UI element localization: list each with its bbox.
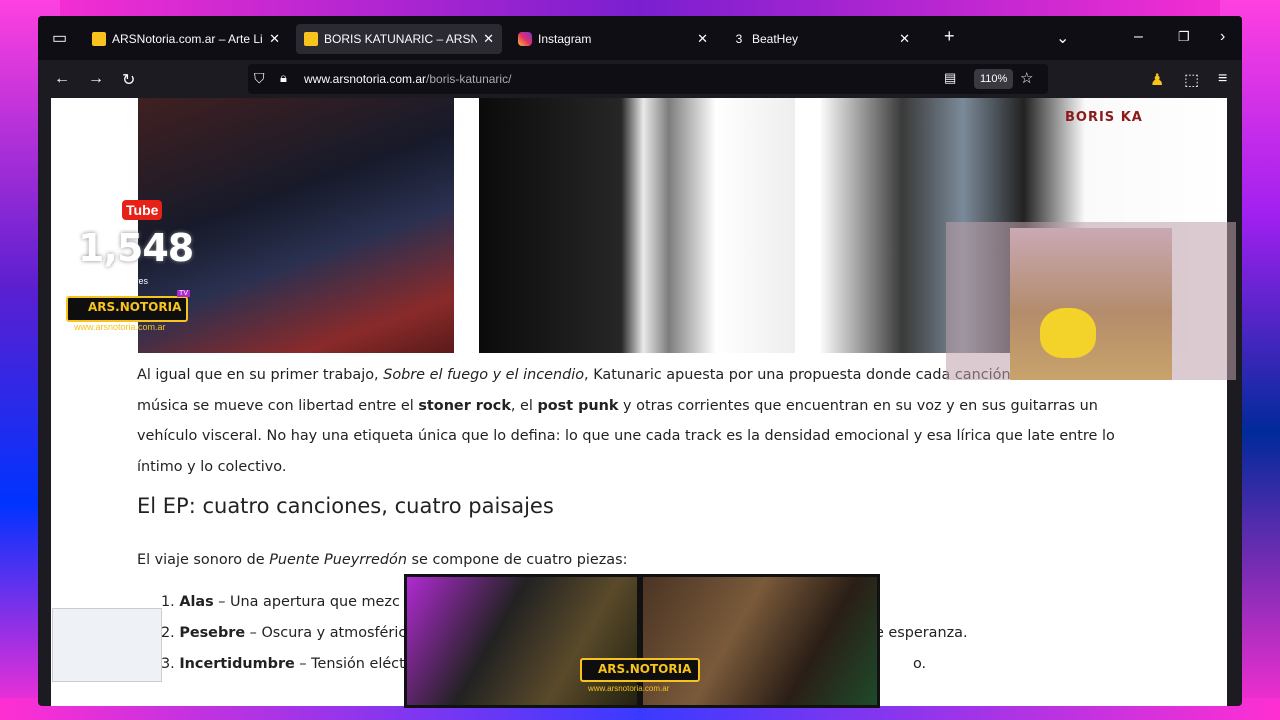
extensions-puzzle-icon[interactable]: ⬚ xyxy=(1184,70,1199,90)
tab-list-chevron-icon[interactable]: ⌄ xyxy=(1056,28,1069,48)
url-domain: www.arsnotoria.com.ar xyxy=(304,72,427,86)
close-icon[interactable]: ✕ xyxy=(269,31,280,47)
track-description: – Tensión eléct xyxy=(294,656,405,672)
track-description: – Una apertura que mezc xyxy=(213,594,400,610)
brand-name: ARS.NOTORIA xyxy=(88,300,182,314)
webcam-guest-right xyxy=(640,574,880,708)
track-number: 3. xyxy=(161,656,175,672)
brand-url: www.arsnotoria.com.ar xyxy=(74,322,166,332)
ars-notoria-logo: ARS.NOTORIA TV xyxy=(66,290,190,322)
text-run: Al igual que en su primer trabajo, xyxy=(137,367,384,383)
back-arrow-icon[interactable]: ← xyxy=(54,70,70,88)
extension-icon[interactable]: ♟ xyxy=(1150,70,1164,90)
text-run: se compone de cuatro piezas: xyxy=(406,552,628,568)
tab-beathey[interactable]: 3 BeatHey ✕ xyxy=(724,24,918,54)
new-tab-plus-icon[interactable]: + xyxy=(944,26,955,47)
text-run: , el xyxy=(510,397,538,414)
tab-overview-icon[interactable]: ▭ xyxy=(52,28,67,48)
brand-name: ARS.NOTORIA xyxy=(598,662,692,676)
track-list: 1. Alas – Una apertura que mezc 2. Peseb… xyxy=(161,594,968,687)
track-name: Pesebre xyxy=(179,625,246,641)
tab-label: ARSNotoria.com.ar – Arte Libre xyxy=(112,32,263,46)
navigation-bar: ← → ↻ ⛉ 🔒︎ www.arsnotoria.com.ar/boris-k… xyxy=(38,60,1242,98)
url-text[interactable]: www.arsnotoria.com.ar/boris-katunaric/ xyxy=(304,72,511,86)
reader-view-icon[interactable]: ▤ xyxy=(944,70,956,86)
screen-thumbnail xyxy=(52,608,162,682)
list-item: 2. Pesebre – Oscura y atmosféric e espera… xyxy=(161,625,968,656)
forward-arrow-icon[interactable]: → xyxy=(88,70,104,88)
picture-in-picture-overlay xyxy=(946,222,1236,380)
photo-boris-jacket xyxy=(479,98,795,353)
bookmark-star-icon[interactable]: ☆ xyxy=(1020,69,1033,87)
restore-icon[interactable]: ❐ xyxy=(1178,29,1190,45)
section-heading: El EP: cuatro canciones, cuatro paisajes xyxy=(137,494,554,518)
track-description: – Oscura y atmosféric xyxy=(245,625,407,641)
reload-icon[interactable]: ↻ xyxy=(122,70,135,90)
genre-bold: stoner rock xyxy=(418,397,511,414)
lock-icon[interactable]: 🔒︎ xyxy=(280,70,287,86)
webcam-brand-url: www.arsnotoria.com.ar xyxy=(588,684,670,693)
beathey-favicon-icon: 3 xyxy=(735,32,743,46)
tab-bar: ▭ ARSNotoria.com.ar – Arte Libre ✕ BORIS… xyxy=(38,16,1242,60)
text-run: El viaje sonoro de xyxy=(137,552,270,568)
zoom-level-badge[interactable]: 110% xyxy=(974,69,1014,89)
subscriber-count: 1,548 xyxy=(78,226,194,270)
track-number: 2. xyxy=(161,625,175,641)
minimize-icon[interactable]: – xyxy=(1134,28,1143,46)
shield-icon[interactable]: ⛉ xyxy=(254,70,265,87)
list-item: 1. Alas – Una apertura que mezc xyxy=(161,594,406,625)
stream-frame-top xyxy=(0,0,1280,16)
tab-label: BORIS KATUNARIC – ARSNotori xyxy=(324,32,478,46)
close-icon[interactable]: ✕ xyxy=(899,31,910,47)
genre-bold: post punk xyxy=(537,397,619,414)
tab-instagram[interactable]: Instagram ✕ xyxy=(510,24,716,54)
track-description-tail: o. xyxy=(913,656,927,672)
pikachu-figure xyxy=(1040,308,1096,358)
tab-boris-katunaric[interactable]: BORIS KATUNARIC – ARSNotori ✕ xyxy=(296,24,502,54)
address-bar[interactable]: ⛉ 🔒︎ www.arsnotoria.com.ar/boris-katunar… xyxy=(248,64,1048,94)
tab-label: BeatHey xyxy=(752,32,799,46)
instagram-favicon-icon xyxy=(518,32,532,46)
track-name: Alas xyxy=(179,594,214,610)
menu-hamburger-icon[interactable]: ≡ xyxy=(1218,70,1227,88)
tv-badge: TV xyxy=(177,290,190,297)
close-icon[interactable]: ✕ xyxy=(483,31,494,47)
cartoon-scene-image xyxy=(1010,228,1172,380)
ars-favicon-icon xyxy=(92,32,106,46)
photo-caption-text: BORIS KA xyxy=(1065,110,1143,125)
tracks-intro: El viaje sonoro de Puente Pueyrredón se … xyxy=(137,552,627,568)
track-description-tail: e esperanza. xyxy=(875,625,968,641)
track-number: 1. xyxy=(161,594,175,610)
ep-title-italic: Puente Pueyrredón xyxy=(269,552,407,568)
chevron-right-icon[interactable]: › xyxy=(1220,28,1225,46)
tab-arsnotoria-home[interactable]: ARSNotoria.com.ar – Arte Libre ✕ xyxy=(84,24,288,54)
ars-notoria-webcam-logo: ARS.NOTORIA xyxy=(580,658,700,682)
youtube-logo-icon: Tube xyxy=(122,200,163,220)
subscriber-label: Suscriptores xyxy=(98,276,149,286)
url-path: /boris-katunaric/ xyxy=(426,72,512,86)
tab-label: Instagram xyxy=(538,32,592,46)
close-icon[interactable]: ✕ xyxy=(697,31,708,47)
ars-favicon-icon xyxy=(304,32,318,46)
album-title-italic: Sobre el fuego y el incendio xyxy=(383,367,585,383)
list-item: 3. Incertidumbre – Tensión eléct o. xyxy=(161,656,926,687)
track-name: Incertidumbre xyxy=(179,656,295,672)
